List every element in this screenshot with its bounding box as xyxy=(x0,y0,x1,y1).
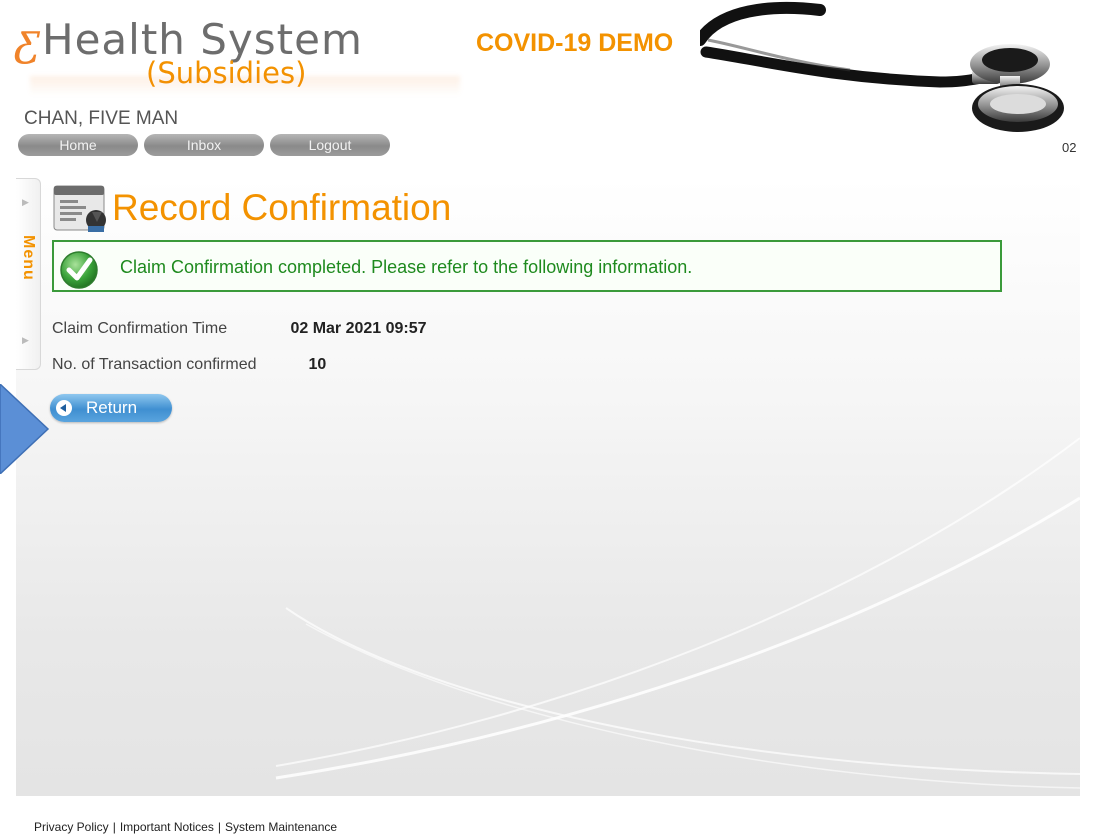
success-message: Claim Confirmation completed. Please ref… xyxy=(120,257,693,277)
info-row-confirmation-time: Claim Confirmation Time 02 Mar 2021 09:5… xyxy=(52,320,427,338)
logo-badge: COVID-19 DEMO xyxy=(476,29,674,57)
menu-arrow-top-icon: ▶ xyxy=(22,197,29,207)
footer: Privacy Policy | Important Notices | System … xyxy=(34,820,337,834)
important-notices-link[interactable]: Important Notices xyxy=(120,820,214,834)
record-document-icon xyxy=(53,185,106,232)
info-label: Claim Confirmation Time xyxy=(52,320,228,337)
logout-button[interactable]: Logout xyxy=(270,134,390,156)
check-circle-icon xyxy=(60,251,98,289)
success-message-box: Claim Confirmation completed. Please ref… xyxy=(52,240,1002,292)
return-button[interactable]: Return xyxy=(50,394,172,422)
menu-arrow-bottom-icon: ▶ xyxy=(22,335,29,345)
info-value: 10 xyxy=(308,356,327,373)
pointer-arrow-icon xyxy=(0,384,50,474)
main-content: ▶ Menu ▶ Record Confirmation Claim Confi… xyxy=(16,178,1080,796)
top-nav: Home Inbox Logout xyxy=(18,134,390,156)
system-maintenance-link[interactable]: System Maintenance xyxy=(225,820,337,834)
return-label: Return xyxy=(86,398,138,417)
logo-reflection xyxy=(30,76,460,96)
info-value: 02 Mar 2021 09:57 xyxy=(290,320,427,337)
side-menu-label: Menu xyxy=(20,235,37,281)
date-corner: 02 xyxy=(1062,140,1077,155)
user-name: CHAN, FIVE MAN xyxy=(24,108,179,129)
privacy-policy-link[interactable]: Privacy Policy xyxy=(34,820,109,834)
page-title: Record Confirmation xyxy=(112,187,452,228)
stethoscope-icon xyxy=(700,1,1064,132)
info-label: No. of Transaction confirmed xyxy=(52,356,257,373)
footer-separator: | xyxy=(112,820,116,834)
side-menu-tab[interactable]: ▶ Menu ▶ xyxy=(16,178,41,370)
arrow-left-circle-icon xyxy=(56,400,72,416)
header: ƹ Health System COVID-19 DEMO (Subsidies… xyxy=(0,0,1094,178)
footer-separator: | xyxy=(217,820,221,834)
logo-e-glyph: ƹ xyxy=(14,14,39,65)
home-button[interactable]: Home xyxy=(18,134,138,156)
info-row-transaction-count: No. of Transaction confirmed 10 xyxy=(52,356,326,374)
inbox-button[interactable]: Inbox xyxy=(144,134,264,156)
